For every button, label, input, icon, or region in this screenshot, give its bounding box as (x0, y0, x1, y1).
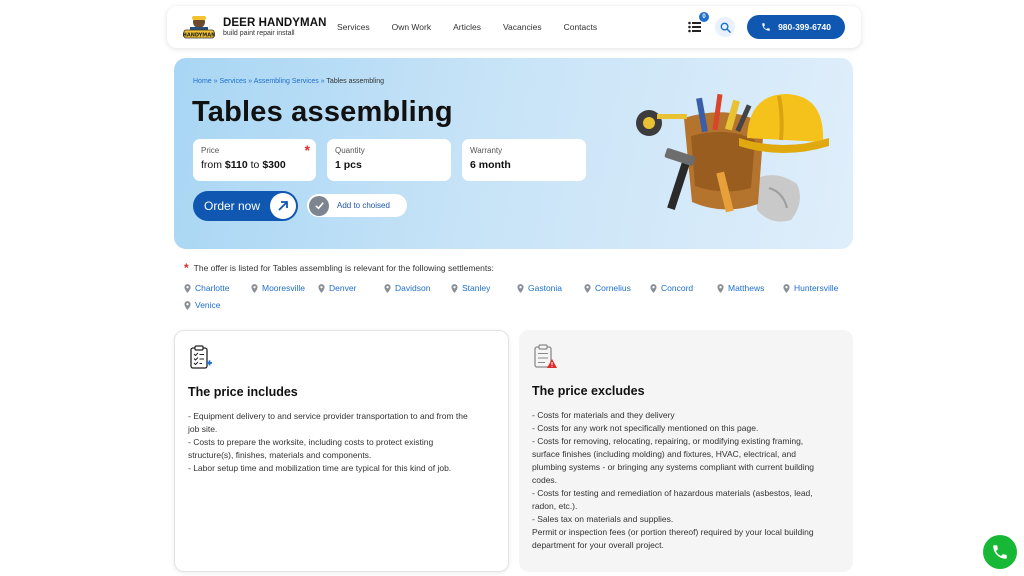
quantity-label: Quantity (335, 146, 365, 155)
breadcrumb-services[interactable]: Services (220, 78, 247, 85)
floating-call-button[interactable] (983, 535, 1017, 569)
map-pin-icon (384, 283, 391, 293)
breadcrumb-home[interactable]: Home (193, 78, 212, 85)
nav-own-work[interactable]: Own Work (392, 22, 432, 32)
add-to-choice-label: Add to choised (337, 201, 390, 210)
price-label: Price (201, 146, 220, 155)
breadcrumb-current: Tables assembling (326, 78, 385, 85)
add-to-choice-button[interactable]: Add to choised (307, 194, 407, 217)
hero-banner: Home » Services » Assembling Services » … (174, 58, 853, 249)
map-pin-icon (251, 283, 258, 293)
quantity-value: 1 pcs (335, 159, 362, 171)
city-link-stanley[interactable]: Stanley (451, 283, 490, 293)
handyman-logo-icon: HANDYMAN (183, 16, 215, 39)
price-card: Price from $110 to $300 * (193, 139, 316, 181)
brand-tagline: build paint repair install (223, 29, 295, 37)
city-link-gastonia[interactable]: Gastonia (517, 283, 562, 293)
price-excludes-title: The price excludes (532, 384, 645, 398)
city-link-davidson[interactable]: Davidson (384, 283, 430, 293)
breadcrumb: Home » Services » Assembling Services » … (193, 78, 385, 85)
tool-belt-illustration-icon (636, 93, 829, 222)
map-pin-icon (451, 283, 458, 293)
nav-services[interactable]: Services (337, 22, 370, 32)
map-pin-icon (717, 283, 724, 293)
city-link-mooresville[interactable]: Mooresville (251, 283, 305, 293)
search-button[interactable] (715, 17, 736, 37)
arrow-up-right-icon (270, 193, 296, 219)
map-pin-icon (184, 300, 191, 310)
brand-name: DEER HANDYMAN (223, 16, 327, 29)
price-value: from $110 to $300 (201, 159, 286, 171)
page-title: Tables assembling (192, 96, 453, 128)
city-link-cornelius[interactable]: Cornelius (584, 283, 631, 293)
settlements-notice: * The offer is listed for Tables assembl… (184, 261, 494, 275)
phone-icon (762, 23, 770, 31)
required-star-icon: * (304, 142, 310, 158)
city-link-concord[interactable]: Concord (650, 283, 693, 293)
breadcrumb-assembling[interactable]: Assembling Services (254, 78, 319, 85)
warranty-value: 6 month (470, 159, 511, 171)
map-pin-icon (517, 283, 524, 293)
map-pin-icon (650, 283, 657, 293)
phone-number: 980-399-6740 (778, 22, 831, 32)
map-pin-icon (318, 283, 325, 293)
warranty-card: Warranty 6 month (462, 139, 586, 181)
city-link-venice[interactable]: Venice (184, 300, 221, 310)
clipboard-plus-icon (190, 345, 212, 369)
city-link-huntersville[interactable]: Huntersville (783, 283, 838, 293)
order-now-button[interactable]: Order now (193, 191, 298, 221)
warranty-label: Warranty (470, 146, 503, 155)
price-excludes-card: The price excludes - Costs for materials… (519, 330, 853, 572)
map-pin-icon (783, 283, 790, 293)
nav-articles[interactable]: Articles (453, 22, 481, 32)
site-header: HANDYMAN DEER HANDYMAN build paint repai… (167, 6, 861, 48)
phone-button[interactable]: 980-399-6740 (747, 15, 845, 39)
price-excludes-list: - Costs for materials and they delivery … (532, 410, 815, 550)
map-pin-icon (184, 283, 191, 293)
city-link-charlotte[interactable]: Charlotte (184, 283, 230, 293)
logo[interactable]: HANDYMAN DEER HANDYMAN build paint repai… (183, 13, 333, 41)
map-pin-icon (584, 283, 591, 293)
check-icon (309, 195, 329, 216)
choice-list-button[interactable]: 0 (687, 12, 710, 35)
search-icon (720, 22, 731, 33)
order-now-label: Order now (204, 199, 261, 213)
price-includes-list: - Equipment delivery to and service prov… (188, 411, 468, 473)
city-link-matthews[interactable]: Matthews (717, 283, 764, 293)
price-includes-title: The price includes (188, 385, 298, 399)
nav-contacts[interactable]: Contacts (564, 22, 598, 32)
choice-count-badge: 0 (699, 12, 710, 22)
city-link-denver[interactable]: Denver (318, 283, 356, 293)
asterisk-icon: * (184, 261, 189, 275)
phone-icon (993, 545, 1007, 559)
svg-text:HANDYMAN: HANDYMAN (183, 33, 215, 39)
price-includes-card: The price includes - Equipment delivery … (174, 330, 509, 572)
quantity-card: Quantity 1 pcs (327, 139, 451, 181)
nav-vacancies[interactable]: Vacancies (503, 22, 542, 32)
main-nav: Services Own Work Articles Vacancies Con… (337, 22, 597, 32)
clipboard-warning-icon (534, 344, 557, 368)
